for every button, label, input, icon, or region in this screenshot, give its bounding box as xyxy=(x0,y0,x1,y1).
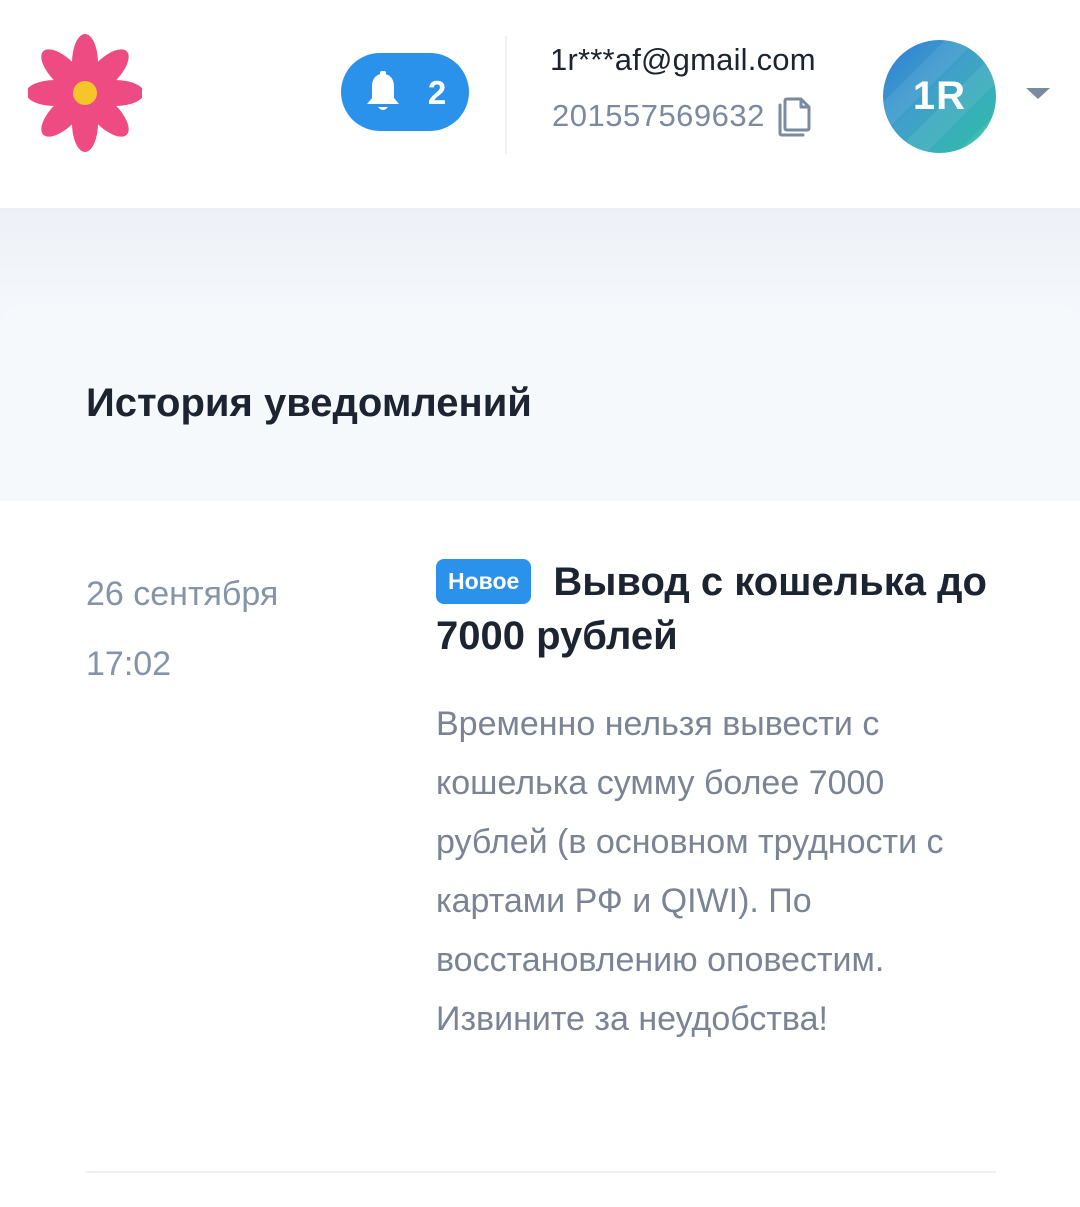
account-id-row: 201557569632 xyxy=(552,94,815,138)
notification-datetime: 26 сентября 17:02 xyxy=(86,559,278,699)
chevron-down-icon[interactable] xyxy=(1026,88,1050,99)
notification-date: 26 сентября xyxy=(86,575,279,613)
flower-logo-icon[interactable] xyxy=(28,32,142,154)
status-badge: Новое xyxy=(436,559,532,605)
copy-icon[interactable] xyxy=(775,94,815,138)
notifications-button[interactable]: 2 xyxy=(341,53,469,131)
notification-text: Временно нельзя вывести с кошелька сумму… xyxy=(436,705,944,1038)
avatar-initials: 1R xyxy=(912,74,967,118)
top-header: 2 1r***af@gmail.com 201557569632 1R xyxy=(0,0,1080,208)
header-divider xyxy=(505,36,507,154)
list-item[interactable]: 26 сентября 17:02 Новое Вывод с кошелька … xyxy=(0,501,1080,1173)
notification-count: 2 xyxy=(427,73,447,111)
bell-icon xyxy=(366,71,399,110)
notification-content: Новое Вывод с кошелька до 7000 рублей Вре… xyxy=(436,555,996,1049)
page: 2 1r***af@gmail.com 201557569632 1R Исто… xyxy=(0,0,1080,1207)
page-title: История уведомлений xyxy=(86,381,532,425)
notification-history-card: История уведомлений 26 сентября 17:02 Но… xyxy=(0,305,1080,1207)
list-divider xyxy=(86,1171,996,1173)
user-avatar[interactable]: 1R xyxy=(883,40,996,153)
account-id: 201557569632 xyxy=(552,98,765,133)
card-header: История уведомлений xyxy=(0,305,1080,501)
notification-time: 17:02 xyxy=(86,645,172,683)
notification-title-line: Новое Вывод с кошелька до 7000 рублей xyxy=(436,555,996,663)
account-email: 1r***af@gmail.com xyxy=(550,42,816,77)
